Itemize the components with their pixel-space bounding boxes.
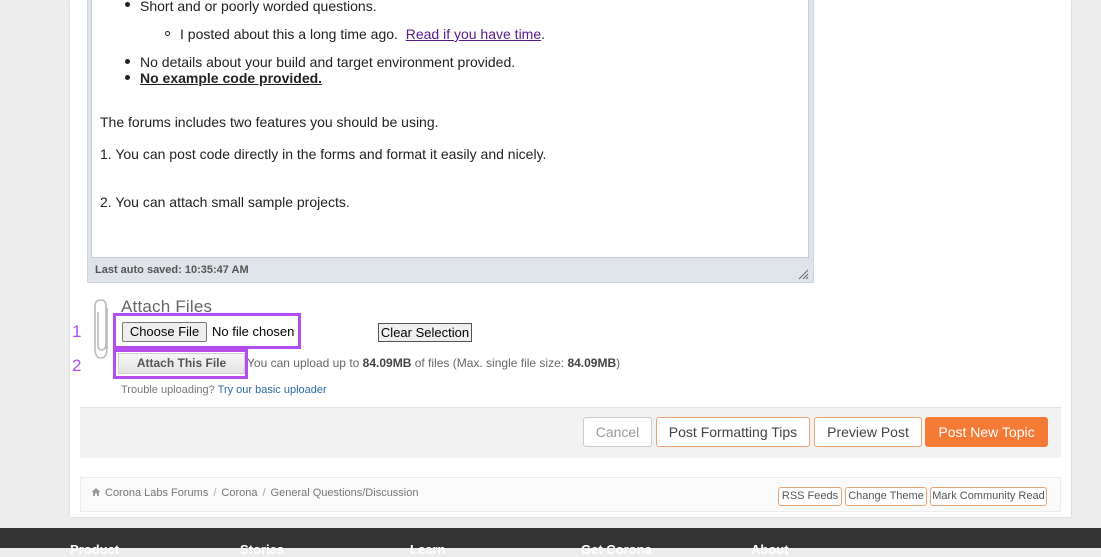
upload-limit-info: You can upload up to 84.09MB of files (M… <box>247 356 620 370</box>
paperclip-icon <box>94 299 108 359</box>
home-icon <box>91 488 101 496</box>
annotation-highlight-box <box>113 349 248 379</box>
site-footer: Product Stories Learn Get Corona About <box>0 528 1101 557</box>
read-if-you-have-time-link[interactable]: Read if you have time <box>406 26 541 42</box>
trouble-uploading: Trouble uploading? Try our basic uploade… <box>121 384 327 396</box>
upload-max-value: 84.09MB <box>567 356 617 370</box>
bullet-dot <box>125 59 130 64</box>
upload-limit-text: You can upload up to <box>247 356 363 370</box>
breadcrumb-item[interactable]: General Questions/Discussion <box>271 487 419 499</box>
resize-grip-icon[interactable] <box>797 268 809 280</box>
upload-size-value: 84.09MB <box>362 356 412 370</box>
editor-paragraph: 2. You can attach small sample projects. <box>100 194 350 210</box>
rss-feeds-button[interactable]: RSS Feeds <box>778 487 842 506</box>
footer-item-get-corona[interactable]: Get Corona <box>581 542 652 557</box>
post-editor[interactable]: Short and or poorly worded questions. I … <box>91 0 809 258</box>
annotation-highlight-box <box>113 313 301 349</box>
upload-limit-text: ) <box>616 356 621 370</box>
bullet-dot <box>125 2 130 7</box>
sub-bullet-item: I posted about this a long time ago. Rea… <box>180 26 545 42</box>
footer-item-learn[interactable]: Learn <box>410 542 445 557</box>
bullet-item: Short and or poorly worded questions. <box>140 0 377 14</box>
sub-bullet-period: . <box>541 26 546 42</box>
sub-bullet-circle <box>165 31 170 36</box>
bullet-item-bold: No example code provided. <box>140 70 323 86</box>
footer-item-stories[interactable]: Stories <box>240 542 284 557</box>
breadcrumb-separator: / <box>262 487 266 499</box>
footer-item-product[interactable]: Product <box>70 542 119 557</box>
sub-bullet-text: I posted about this a long time ago. <box>180 26 398 42</box>
breadcrumb-item[interactable]: Corona Labs Forums <box>105 487 208 499</box>
post-new-topic-button[interactable]: Post New Topic <box>925 417 1048 447</box>
breadcrumb: Corona Labs Forums / Corona / General Questi… <box>91 487 419 499</box>
change-theme-button[interactable]: Change Theme <box>845 487 927 506</box>
preview-post-button[interactable]: Preview Post <box>814 417 922 447</box>
annotation-number: 1 <box>72 322 82 341</box>
mark-community-read-button[interactable]: Mark Community Read <box>930 487 1047 506</box>
trouble-uploading-text: Trouble uploading? <box>121 384 215 396</box>
editor-paragraph: The forums includes two features you sho… <box>100 114 439 130</box>
bullet-dot <box>125 75 130 80</box>
bullet-item: No details about your build and target e… <box>140 54 516 70</box>
autosave-status: Last auto saved: 10:35:47 AM <box>95 264 249 276</box>
cancel-button[interactable]: Cancel <box>583 417 652 447</box>
breadcrumb-item[interactable]: Corona <box>221 487 257 499</box>
upload-limit-text: of files (Max. single file size: <box>411 356 568 370</box>
annotation-number: 2 <box>72 356 82 375</box>
post-formatting-tips-button[interactable]: Post Formatting Tips <box>656 417 810 447</box>
clear-selection-button[interactable]: Clear Selection <box>378 323 472 342</box>
basic-uploader-link[interactable]: Try our basic uploader <box>218 384 327 396</box>
footer-item-about[interactable]: About <box>751 542 789 557</box>
editor-paragraph: 1. You can post code directly in the for… <box>100 146 547 162</box>
breadcrumb-separator: / <box>213 487 217 499</box>
